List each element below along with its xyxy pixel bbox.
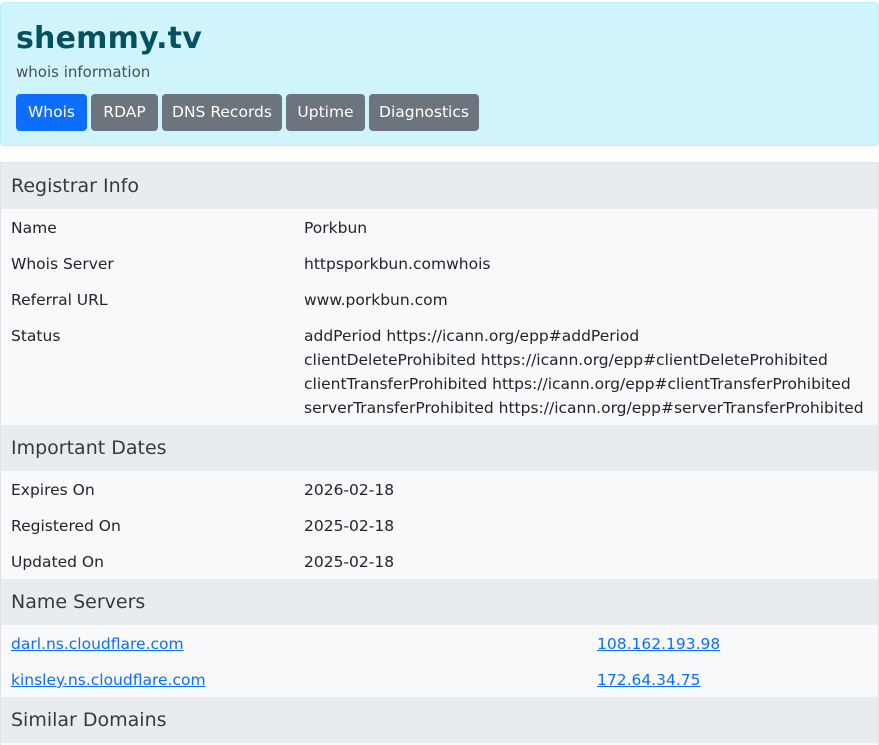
status-line: clientDeleteProhibited https://icann.org… [304,351,828,369]
registrar-name-value: Porkbun [304,219,368,237]
whois-server-value: httpsporkbun.comwhois [304,255,491,273]
domain-header: shemmy.tv whois information Whois RDAP D… [0,2,879,146]
registered-label: Registered On [11,517,121,535]
updated-value: 2025-02-18 [304,553,395,571]
nameserver-ip-link[interactable]: 172.64.34.75 [597,668,701,692]
tab-uptime[interactable]: Uptime [286,94,365,131]
nameserver-ip-link[interactable]: 108.162.193.98 [597,632,720,656]
tab-whois[interactable]: Whois [16,94,87,131]
tab-dns-records[interactable]: DNS Records [162,94,282,131]
updated-label: Updated On [11,553,104,571]
expires-label: Expires On [11,481,95,499]
referral-url-label: Referral URL [11,291,108,309]
status-line: clientTransferProhibited https://icann.o… [304,375,851,393]
page-title: shemmy.tv [16,21,202,56]
status-values: addPeriod https://icann.org/epp#addPerio… [304,324,864,420]
tab-rdap[interactable]: RDAP [91,94,158,131]
status-line: addPeriod https://icann.org/epp#addPerio… [304,327,640,345]
nameserver-host-link[interactable]: darl.ns.cloudflare.com [11,632,184,656]
whois-server-label: Whois Server [11,255,114,273]
nameserver-host-link[interactable]: kinsley.ns.cloudflare.com [11,668,206,692]
registered-value: 2025-02-18 [304,517,395,535]
status-label: Status [11,327,61,345]
section-similar-domains: Similar Domains [1,697,878,743]
registrar-name-label: Name [11,219,57,237]
section-registrar-info: Registrar Info [1,163,878,209]
tab-diagnostics[interactable]: Diagnostics [369,94,479,131]
status-line: serverTransferProhibited https://icann.o… [304,399,864,417]
section-name-servers: Name Servers [1,579,878,625]
referral-url-value: www.porkbun.com [304,291,448,309]
expires-value: 2026-02-18 [304,481,395,499]
whois-card: Registrar Info Name Porkbun Whois Server… [0,162,879,745]
page-subtitle: whois information [16,63,151,81]
section-important-dates: Important Dates [1,425,878,471]
